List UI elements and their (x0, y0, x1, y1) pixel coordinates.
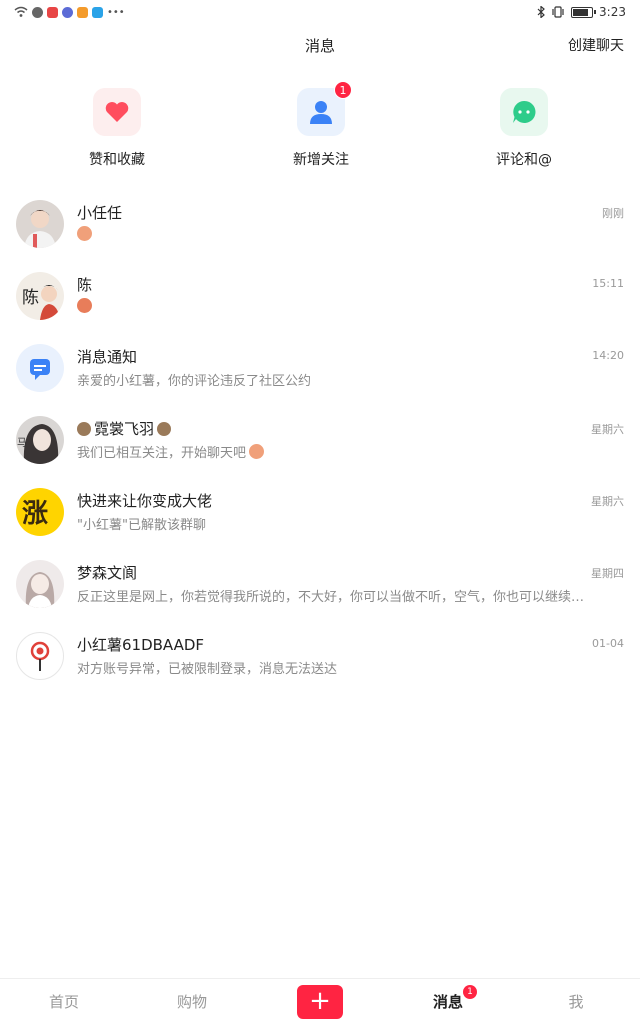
vibrate-icon (552, 6, 564, 18)
conversation-item[interactable]: 消息通知 亲爱的小红薯，你的评论违反了社区公约 14:20 (0, 332, 640, 404)
conversation-time: 15:11 (592, 277, 624, 290)
person-icon (310, 101, 332, 124)
user-avatar (16, 560, 64, 608)
conversation-time: 14:20 (592, 349, 624, 362)
app-icon (77, 6, 88, 18)
group-avatar: 涨 (16, 488, 64, 536)
conversation-preview: 反正这里是网上，你若觉得我所说的，不大好，你可以当做不听，空气，你也可以继续… (77, 590, 585, 605)
shortcut-likes-and-collects[interactable]: 赞和收藏 (57, 88, 177, 169)
status-bar: ••• 3:23 (0, 0, 640, 24)
tab-messages[interactable]: 消息 1 (403, 985, 493, 1012)
conversation-item[interactable]: 马 霓裳飞羽 我们已相互关注，开始聊天吧 星期六 (0, 404, 640, 476)
comments-tile (500, 88, 548, 136)
bottom-tab-bar: 首页 购物 + 消息 1 我 (0, 978, 640, 1025)
shortcut-label: 评论和@ (496, 152, 552, 168)
conversation-item[interactable]: 小红薯61DBAADF 对方账号异常，已被限制登录，消息无法送达 01-04 (0, 620, 640, 692)
conversation-time: 刚刚 (602, 207, 624, 220)
shortcut-label: 赞和收藏 (89, 152, 145, 168)
conversation-preview: "小红薯"已解散该群聊 (77, 518, 206, 533)
create-chat-button[interactable]: 创建聊天 (568, 35, 624, 55)
status-icons-left: ••• (14, 5, 125, 19)
status-time: 3:23 (599, 5, 626, 19)
default-avatar (16, 632, 64, 680)
conversation-name: 小红薯61DBAADF (77, 636, 205, 654)
app-icon (47, 6, 58, 18)
app-icon (62, 6, 73, 18)
notification-icon (30, 359, 50, 380)
lollipop-icon (30, 641, 50, 671)
shell-emoji-icon (77, 422, 91, 436)
header: 消息 创建聊天 (0, 24, 640, 68)
svg-text:马: 马 (17, 437, 27, 449)
conversation-name: 梦森文阆 (77, 564, 138, 582)
notification-avatar (16, 344, 64, 392)
heart-icon (105, 102, 129, 122)
conversation-item[interactable]: 小任任 刚刚 (0, 188, 640, 260)
tab-home[interactable]: 首页 (19, 991, 109, 1012)
tab-shop[interactable]: 购物 (147, 991, 237, 1012)
conversation-name: 霓裳飞羽 (77, 418, 172, 439)
user-avatar (16, 200, 64, 248)
conversation-item[interactable]: 涨 快进来让你变成大佬 "小红薯"已解散该群聊 星期六 (0, 476, 640, 548)
tab-messages-label: 消息 (432, 993, 463, 1011)
shortcut-new-followers[interactable]: 1 新增关注 (261, 81, 381, 169)
conversation-name: 快进来让你变成大佬 (77, 492, 213, 510)
conversation-time: 星期四 (591, 567, 624, 580)
user-avatar: 陈 (16, 272, 64, 320)
wifi-icon (14, 6, 28, 17)
conversation-preview: 我们已相互关注，开始聊天吧 (77, 442, 625, 461)
conversation-preview: 对方账号异常，已被限制登录，消息无法送达 (77, 662, 338, 677)
conversation-preview (77, 226, 625, 243)
battery-icon (571, 6, 597, 18)
conversation-name: 陈 (77, 276, 93, 294)
user-avatar: 马 (16, 416, 64, 464)
status-icons-right: 3:23 (537, 4, 626, 20)
conversation-preview (77, 298, 625, 315)
conversation-name: 小任任 (77, 204, 123, 222)
shortcut-label: 新增关注 (293, 152, 349, 168)
conversation-name: 消息通知 (77, 348, 138, 366)
notification-badge: 1 (334, 81, 352, 99)
conversation-item[interactable]: 陈 陈 15:11 (0, 260, 640, 332)
followers-tile: 1 (297, 81, 352, 136)
emoji-icon (77, 226, 92, 241)
conversation-item[interactable]: 梦森文阆 反正这里是网上，你若觉得我所说的，不大好，你可以当做不听，空气，你也可… (0, 548, 640, 620)
page-title: 消息 (304, 37, 335, 55)
conversation-preview: 亲爱的小红薯，你的评论违反了社区公约 (77, 374, 312, 389)
svg-text:陈: 陈 (22, 288, 39, 308)
tab-badge: 1 (463, 985, 477, 999)
conversation-time: 星期六 (591, 495, 624, 508)
emoji-icon (77, 298, 92, 313)
app-icon (92, 6, 103, 18)
chat-bubble-icon (513, 100, 536, 123)
shell-emoji-icon (157, 422, 172, 436)
emoji-icon (249, 444, 265, 459)
wechat-icon (32, 6, 43, 18)
likes-tile (93, 88, 141, 136)
conversation-time: 01-04 (592, 637, 624, 650)
tab-me[interactable]: 我 (531, 991, 621, 1012)
shortcut-comments-and-mentions[interactable]: 评论和@ (464, 88, 584, 169)
bluetooth-icon (537, 6, 545, 18)
create-post-button[interactable]: + (297, 985, 343, 1019)
conversation-time: 星期六 (591, 423, 624, 436)
svg-text:涨: 涨 (22, 499, 48, 529)
more-notifications-icon: ••• (107, 6, 125, 18)
